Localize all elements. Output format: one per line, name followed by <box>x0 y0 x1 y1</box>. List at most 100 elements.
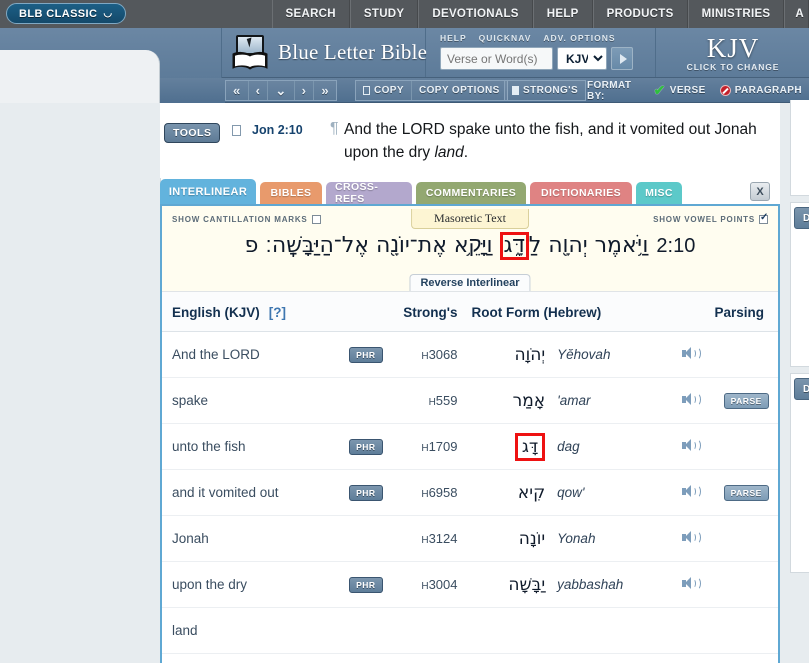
speaker-icon[interactable] <box>681 484 701 498</box>
parse-button[interactable]: PARSE <box>723 485 769 501</box>
toolbar-gap <box>160 78 225 103</box>
version-select[interactable]: KJV <box>557 47 607 70</box>
speaker-icon[interactable] <box>681 346 701 360</box>
row-hebrew-cell[interactable]: אָמַר <box>471 377 552 424</box>
hebrew-text-after[interactable]: וַיָּקֵ֥א אֶת־יוֹנָ֖ה אֶל־הַיַּבָּשָֽׁה׃… <box>245 233 500 258</box>
speaker-icon[interactable] <box>681 576 701 590</box>
hebrew-verse-number: 2:10 <box>656 235 696 257</box>
blb-classic-button[interactable]: BLB CLASSIC ◡ <box>6 3 126 24</box>
top-bar: BLB CLASSIC ◡ SEARCH STUDY DEVOTIONALS H… <box>0 0 809 28</box>
row-parse-cell: PARSE <box>714 469 778 516</box>
row-english[interactable]: upon the dry <box>162 561 340 608</box>
copy-options-button[interactable]: COPY OPTIONS <box>412 81 507 100</box>
row-english[interactable]: land <box>162 607 340 654</box>
phrase-badge[interactable]: PHR <box>349 577 383 593</box>
phrase-badge[interactable]: PHR <box>349 347 383 363</box>
table-row[interactable]: Jonah H3124 יוֹנָה Yonah <box>162 515 778 562</box>
row-hebrew-cell[interactable]: יוֹנָה <box>471 515 552 562</box>
tab-misc[interactable]: MISC <box>636 182 682 204</box>
tab-bibles[interactable]: BIBLES <box>260 182 322 204</box>
english-help-link[interactable]: [?] <box>269 305 286 320</box>
row-english[interactable]: spake <box>162 377 340 424</box>
row-audio-cell[interactable] <box>666 331 715 378</box>
show-vowel-points-toggle[interactable]: SHOW VOWEL POINTS <box>653 212 769 224</box>
row-parse-cell <box>714 331 778 378</box>
search-input[interactable] <box>440 47 553 70</box>
row-audio-cell[interactable] <box>666 515 715 562</box>
row-hebrew-cell[interactable]: דָּג <box>471 423 552 470</box>
nav-prev-button[interactable]: ‹ <box>249 81 269 100</box>
row-strongs-cell[interactable]: H3068 <box>392 331 472 378</box>
tab-commentaries[interactable]: COMMENTARIES <box>416 182 526 204</box>
phrase-badge[interactable]: PHR <box>349 485 383 501</box>
hebrew-root-word: יְהֹוָה <box>514 344 546 365</box>
speaker-icon[interactable] <box>681 392 701 406</box>
show-cantillation-toggle[interactable]: SHOW CANTILLATION MARKS <box>172 215 321 224</box>
row-audio-cell[interactable] <box>666 561 715 608</box>
row-strongs-cell[interactable]: H1709 <box>392 423 472 470</box>
hebrew-text-before[interactable]: וַיֹּ֥אמֶר יְהוָ֖ה לַ <box>529 233 649 258</box>
version-banner[interactable]: KJV CLICK TO CHANGE <box>657 28 809 77</box>
row-audio-cell[interactable] <box>666 469 715 516</box>
copy-pages-icon[interactable] <box>232 123 246 136</box>
speaker-icon[interactable] <box>681 530 701 544</box>
topnav-item-search[interactable]: SEARCH <box>271 0 350 28</box>
link-adv-options[interactable]: ADV. OPTIONS <box>543 33 615 43</box>
table-row[interactable]: spake H559 אָמַר 'amar PARSE <box>162 377 778 424</box>
nav-first-button[interactable]: « <box>226 81 249 100</box>
row-hebrew-cell[interactable]: יְהֹוָה <box>471 331 552 378</box>
row-audio-cell[interactable] <box>666 377 715 424</box>
row-hebrew-cell[interactable]: קִיא <box>471 469 552 516</box>
phrase-badge[interactable]: PHR <box>349 439 383 455</box>
table-row[interactable]: upon the dry PHR H3004 יַבָּשָׁה yabbash… <box>162 561 778 608</box>
link-help[interactable]: HELP <box>440 33 467 43</box>
reverse-interlinear-button[interactable]: Reverse Interlinear <box>409 274 531 291</box>
row-english[interactable]: Jonah <box>162 515 340 562</box>
topnav-item-ministries[interactable]: MINISTRIES <box>687 0 785 28</box>
row-strongs-cell[interactable]: H559 <box>392 377 472 424</box>
table-row[interactable]: unto the fish PHR H1709 דָּג dag <box>162 423 778 470</box>
tab-interlinear[interactable]: INTERLINEAR <box>160 179 256 204</box>
table-row[interactable]: land <box>162 607 778 654</box>
site-logo[interactable]: Blue Letter Bible <box>222 28 427 77</box>
side-panel-dictionaries-1[interactable]: D <box>790 202 809 367</box>
close-panel-button[interactable]: X <box>750 182 770 201</box>
format-paragraph-button[interactable]: PARAGRAPH <box>713 80 809 101</box>
tab-dictionaries[interactable]: DICTIONARIES <box>530 182 632 204</box>
copy-button[interactable]: COPY <box>356 81 412 100</box>
side-panel-dictionaries-2[interactable]: D <box>790 373 809 573</box>
show-vowel-points-label: SHOW VOWEL POINTS <box>653 215 755 224</box>
col-header-english: English (KJV) [?] <box>162 292 340 332</box>
row-strongs-cell[interactable]: H6958 <box>392 469 472 516</box>
show-vowel-points-checkbox[interactable] <box>759 212 769 224</box>
row-english[interactable]: And the LORD <box>162 331 340 378</box>
topnav-item-products[interactable]: PRODUCTS <box>592 0 688 28</box>
row-strongs-cell[interactable]: H3124 <box>392 515 472 562</box>
link-quicknav[interactable]: QUICKNAV <box>479 33 532 43</box>
topnav-item-account[interactable]: A <box>784 0 809 28</box>
nav-next-button[interactable]: › <box>295 81 315 100</box>
topnav-item-help[interactable]: HELP <box>532 0 593 28</box>
hebrew-verse-line: 2:10 וַיֹּ֥אמֶר יְהוָ֖ה לַדָּ֑ג וַיָּקֵ֥א… <box>162 232 778 260</box>
tools-button[interactable]: TOOLS <box>164 123 221 143</box>
speaker-icon[interactable] <box>681 438 701 452</box>
topnav-item-devotionals[interactable]: DEVOTIONALS <box>418 0 533 28</box>
row-strongs-cell[interactable]: H3004 <box>392 561 472 608</box>
nav-last-button[interactable]: » <box>314 81 336 100</box>
format-verse-button[interactable]: ✔ VERSE <box>647 80 713 101</box>
parse-button[interactable]: PARSE <box>723 393 769 409</box>
tab-cross-refs[interactable]: CROSS-REFS <box>326 181 412 205</box>
nav-dropdown-button[interactable]: ⌄ <box>268 81 295 100</box>
row-english[interactable]: unto the fish <box>162 423 340 470</box>
topnav-item-study[interactable]: STUDY <box>349 0 419 28</box>
strongs-toggle-button[interactable]: STRONG'S <box>505 81 585 100</box>
show-cantillation-checkbox[interactable] <box>311 215 321 224</box>
row-audio-cell[interactable] <box>666 423 715 470</box>
hebrew-highlighted-word[interactable]: דָּ֑ג <box>499 232 529 260</box>
verse-reference[interactable]: Jon 2:10 <box>252 123 303 137</box>
search-go-button[interactable] <box>611 47 633 70</box>
table-row[interactable]: And the LORD PHR H3068 יְהֹוָה Yĕhovah <box>162 331 778 378</box>
row-hebrew-cell[interactable]: יַבָּשָׁה <box>471 561 552 608</box>
table-row[interactable]: and it vomited out PHR H6958 קִיא qow' P… <box>162 469 778 516</box>
row-english[interactable]: and it vomited out <box>162 469 340 516</box>
